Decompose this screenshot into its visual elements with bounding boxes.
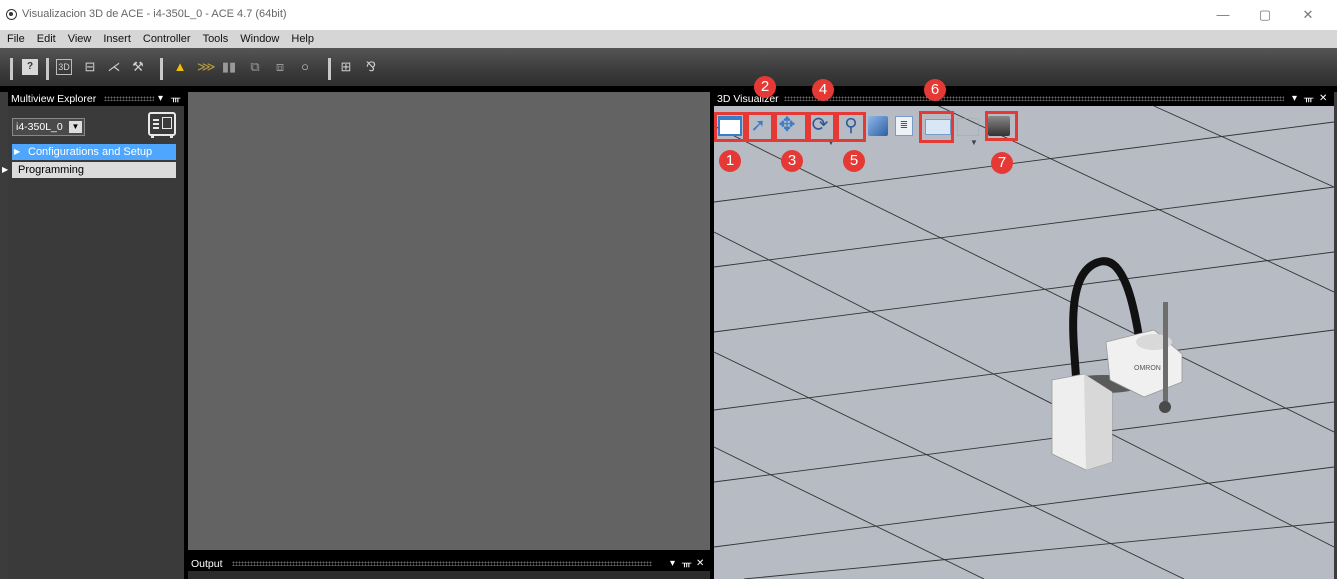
controller-select-value: i4-350L_0 <box>16 121 63 133</box>
menu-edit[interactable]: Edit <box>30 30 61 45</box>
view-cube-icon[interactable] <box>868 116 888 136</box>
callout-box-6 <box>919 111 954 143</box>
output-panel: Output ▾ ᚃ ✕ <box>188 557 710 579</box>
clear-icon[interactable] <box>957 118 979 136</box>
menu-window[interactable]: Window <box>233 30 284 45</box>
robot-model: OMRON <box>1051 257 1183 471</box>
panel-title: Multiview Explorer <box>11 93 97 105</box>
toolbar-grip[interactable] <box>46 58 49 80</box>
layout-icon[interactable]: ⊟ <box>82 59 98 75</box>
menu-insert[interactable]: Insert <box>96 30 136 45</box>
callout-badge-1: 1 <box>719 150 741 172</box>
close-icon[interactable]: ✕ <box>696 557 704 571</box>
controller-select[interactable]: i4-350L_0 ▼ <box>12 118 85 136</box>
tools-icon[interactable]: ⋌ <box>106 59 122 75</box>
toolbar-grip[interactable] <box>328 58 331 80</box>
chevron-down-icon[interactable]: ▼ <box>970 138 978 147</box>
3d-view-icon[interactable]: 3D <box>56 59 72 75</box>
tree-item-programming[interactable]: ▶ Programming <box>2 162 176 178</box>
variables-icon[interactable]: ⅋ <box>363 59 379 75</box>
controller-icon[interactable] <box>148 112 176 138</box>
callout-badge-7: 7 <box>991 152 1013 174</box>
refresh-icon[interactable]: ○ <box>297 59 313 75</box>
panel-header: Multiview Explorer ▾ ᚃ <box>8 92 184 106</box>
callout-box-2 <box>746 112 774 142</box>
monitor-icon[interactable]: ⊞ <box>338 59 354 75</box>
tree-item-label: Configurations and Setup <box>28 146 153 158</box>
splitter[interactable] <box>188 550 710 557</box>
robot-brand-logo: OMRON <box>1134 365 1161 372</box>
toolbar-grip[interactable] <box>160 58 163 80</box>
expand-arrow-icon[interactable]: ▶ <box>2 162 8 178</box>
chevron-down-icon[interactable]: ▼ <box>69 121 82 133</box>
splitter[interactable] <box>184 92 188 579</box>
splitter <box>0 86 1337 92</box>
program-icon[interactable]: ⋙ <box>197 59 216 75</box>
callout-badge-2: 2 <box>754 76 776 98</box>
callout-box-1 <box>714 112 746 142</box>
pin-icon[interactable]: ᚃ <box>682 557 691 571</box>
document-area <box>188 92 710 550</box>
title-bar: Visualizacion 3D de ACE - i4-350L_0 - AC… <box>0 0 1337 30</box>
menu-controller[interactable]: Controller <box>136 30 196 45</box>
callout-box-4 <box>808 112 836 142</box>
callout-badge-3: 3 <box>781 150 803 172</box>
panel-title: Output <box>191 558 223 570</box>
pause-icon[interactable]: ▮▮ <box>221 59 237 75</box>
warning-icon[interactable]: ▲ <box>172 59 188 75</box>
callout-badge-5: 5 <box>843 150 865 172</box>
close-button[interactable]: ✕ <box>1290 4 1326 26</box>
minimize-button[interactable]: — <box>1205 4 1241 26</box>
connect-icon[interactable]: ⚒ <box>130 59 146 75</box>
help-icon[interactable]: ? <box>22 59 38 75</box>
panel-header: Output ▾ ᚃ ✕ <box>188 557 710 571</box>
menu-view[interactable]: View <box>61 30 97 45</box>
callout-box-5 <box>836 112 866 142</box>
3d-visualizer-panel[interactable]: 3D Visualizer ▾ ᚃ ✕ OMRON <box>714 92 1334 579</box>
menu-bar: File Edit View Insert Controller Tools Window H… <box>0 30 1337 48</box>
menu-tools[interactable]: Tools <box>196 30 234 45</box>
splitter[interactable] <box>710 92 714 579</box>
drag-grip[interactable] <box>104 96 154 101</box>
callout-box-3 <box>774 112 808 142</box>
expand-arrow-icon[interactable]: ▶ <box>14 144 20 160</box>
panel-menu-icon[interactable]: ▾ <box>670 557 675 571</box>
restore-button[interactable]: ▢ <box>1247 4 1283 26</box>
menu-file[interactable]: File <box>0 30 30 45</box>
callout-badge-6: 6 <box>924 79 946 101</box>
app-icon <box>6 9 17 20</box>
window-title: Visualizacion 3D de ACE - i4-350L_0 - AC… <box>22 8 287 20</box>
callout-badge-4: 4 <box>812 79 834 101</box>
toolbar-grip[interactable] <box>10 58 13 80</box>
tree-item-configurations[interactable]: ▶ Configurations and Setup <box>12 144 176 160</box>
drag-grip[interactable] <box>232 561 652 566</box>
pin-icon[interactable]: ᚃ <box>171 92 180 106</box>
panel-menu-icon[interactable]: ▾ <box>158 92 163 106</box>
callout-box-7 <box>985 111 1018 141</box>
list-icon[interactable]: ≣ <box>895 116 913 136</box>
network-icon[interactable]: ⧉ <box>247 59 263 75</box>
devices-icon[interactable]: ⧈ <box>272 59 288 75</box>
menu-help[interactable]: Help <box>284 30 319 45</box>
tree-item-label: Programming <box>18 164 85 176</box>
